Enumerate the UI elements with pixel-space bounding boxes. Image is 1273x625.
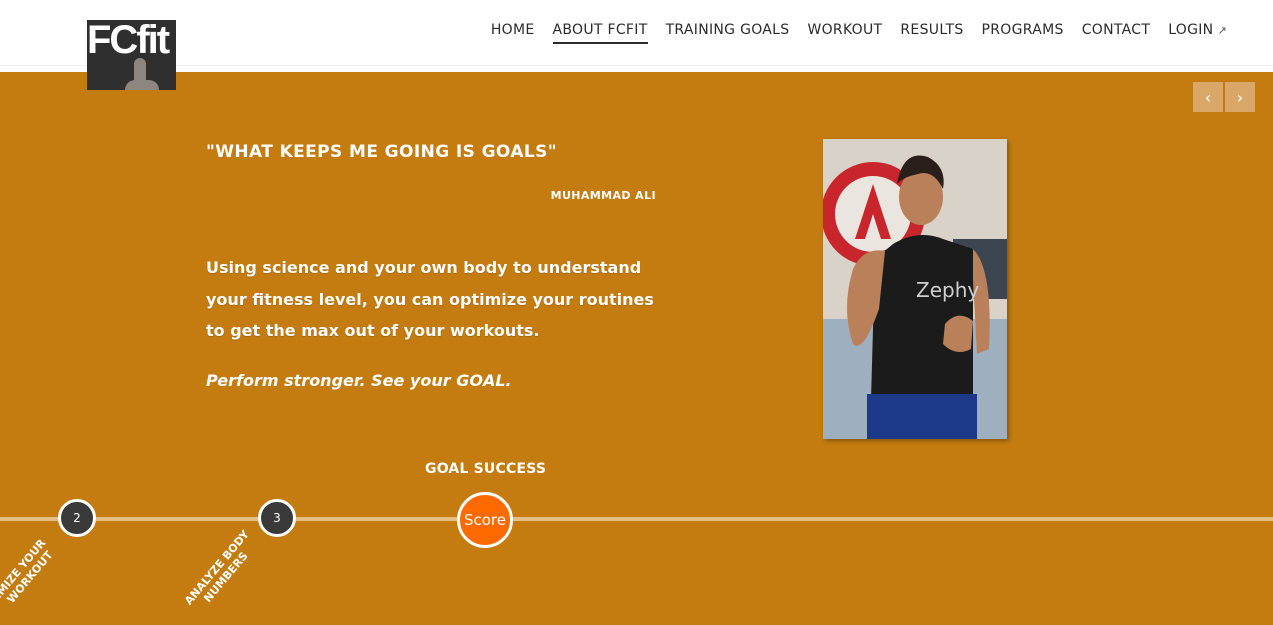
step-2-label: IMIZE YOUR WORKOUT (0, 534, 61, 612)
athlete-photo: Zephy (823, 139, 1007, 439)
score-button[interactable]: Score (457, 492, 513, 548)
nav-contact[interactable]: CONTACT (1082, 22, 1151, 44)
nav-programs[interactable]: PROGRAMS (982, 22, 1064, 44)
slider-prev-button[interactable]: ‹ (1193, 82, 1223, 112)
hero-tagline: Perform stronger. See your GOAL. (206, 371, 512, 390)
main-nav: HOME ABOUT FCFIT TRAINING GOALS WORKOUT … (473, 22, 1227, 44)
nav-about-fcfit[interactable]: ABOUT FCFIT (552, 22, 648, 44)
timeline-step-2[interactable]: 2 (58, 499, 96, 537)
site-header: HOME ABOUT FCFIT TRAINING GOALS WORKOUT … (0, 0, 1273, 66)
nav-home[interactable]: HOME (491, 22, 535, 44)
nav-workout[interactable]: WORKOUT (807, 22, 882, 44)
logo-fist-graphic (125, 80, 159, 90)
external-link-icon: ↗ (1217, 24, 1227, 37)
quote-author: MUHAMMAD ALI (550, 189, 656, 202)
nav-login[interactable]: LOGIN ↗ (1168, 22, 1227, 44)
hero-slider: ‹ › "WHAT KEEPS ME GOING IS GOALS" MUHAM… (0, 72, 1273, 625)
chevron-left-icon: ‹ (1204, 87, 1212, 107)
timeline-track (0, 517, 1273, 521)
fcfit-logo[interactable]: FCfit (87, 20, 176, 90)
nav-login-label: LOGIN (1168, 22, 1214, 38)
hero-description: Using science and your own body to under… (206, 258, 654, 340)
slider-arrows: ‹ › (1193, 82, 1255, 112)
chevron-right-icon: › (1236, 87, 1244, 107)
nav-training-goals[interactable]: TRAINING GOALS (666, 22, 790, 44)
goal-success-label: GOAL SUCCESS (425, 461, 547, 477)
slider-next-button[interactable]: › (1225, 82, 1255, 112)
nav-results[interactable]: RESULTS (900, 22, 963, 44)
logo-text: FCfit (87, 20, 170, 62)
timeline-step-3[interactable]: 3 (258, 499, 296, 537)
shirt-text: Zephy (916, 278, 979, 302)
step-3-label: ANALYZE BODY NUMBERS (182, 528, 260, 616)
hero-quote: "WHAT KEEPS ME GOING IS GOALS" (206, 142, 558, 162)
